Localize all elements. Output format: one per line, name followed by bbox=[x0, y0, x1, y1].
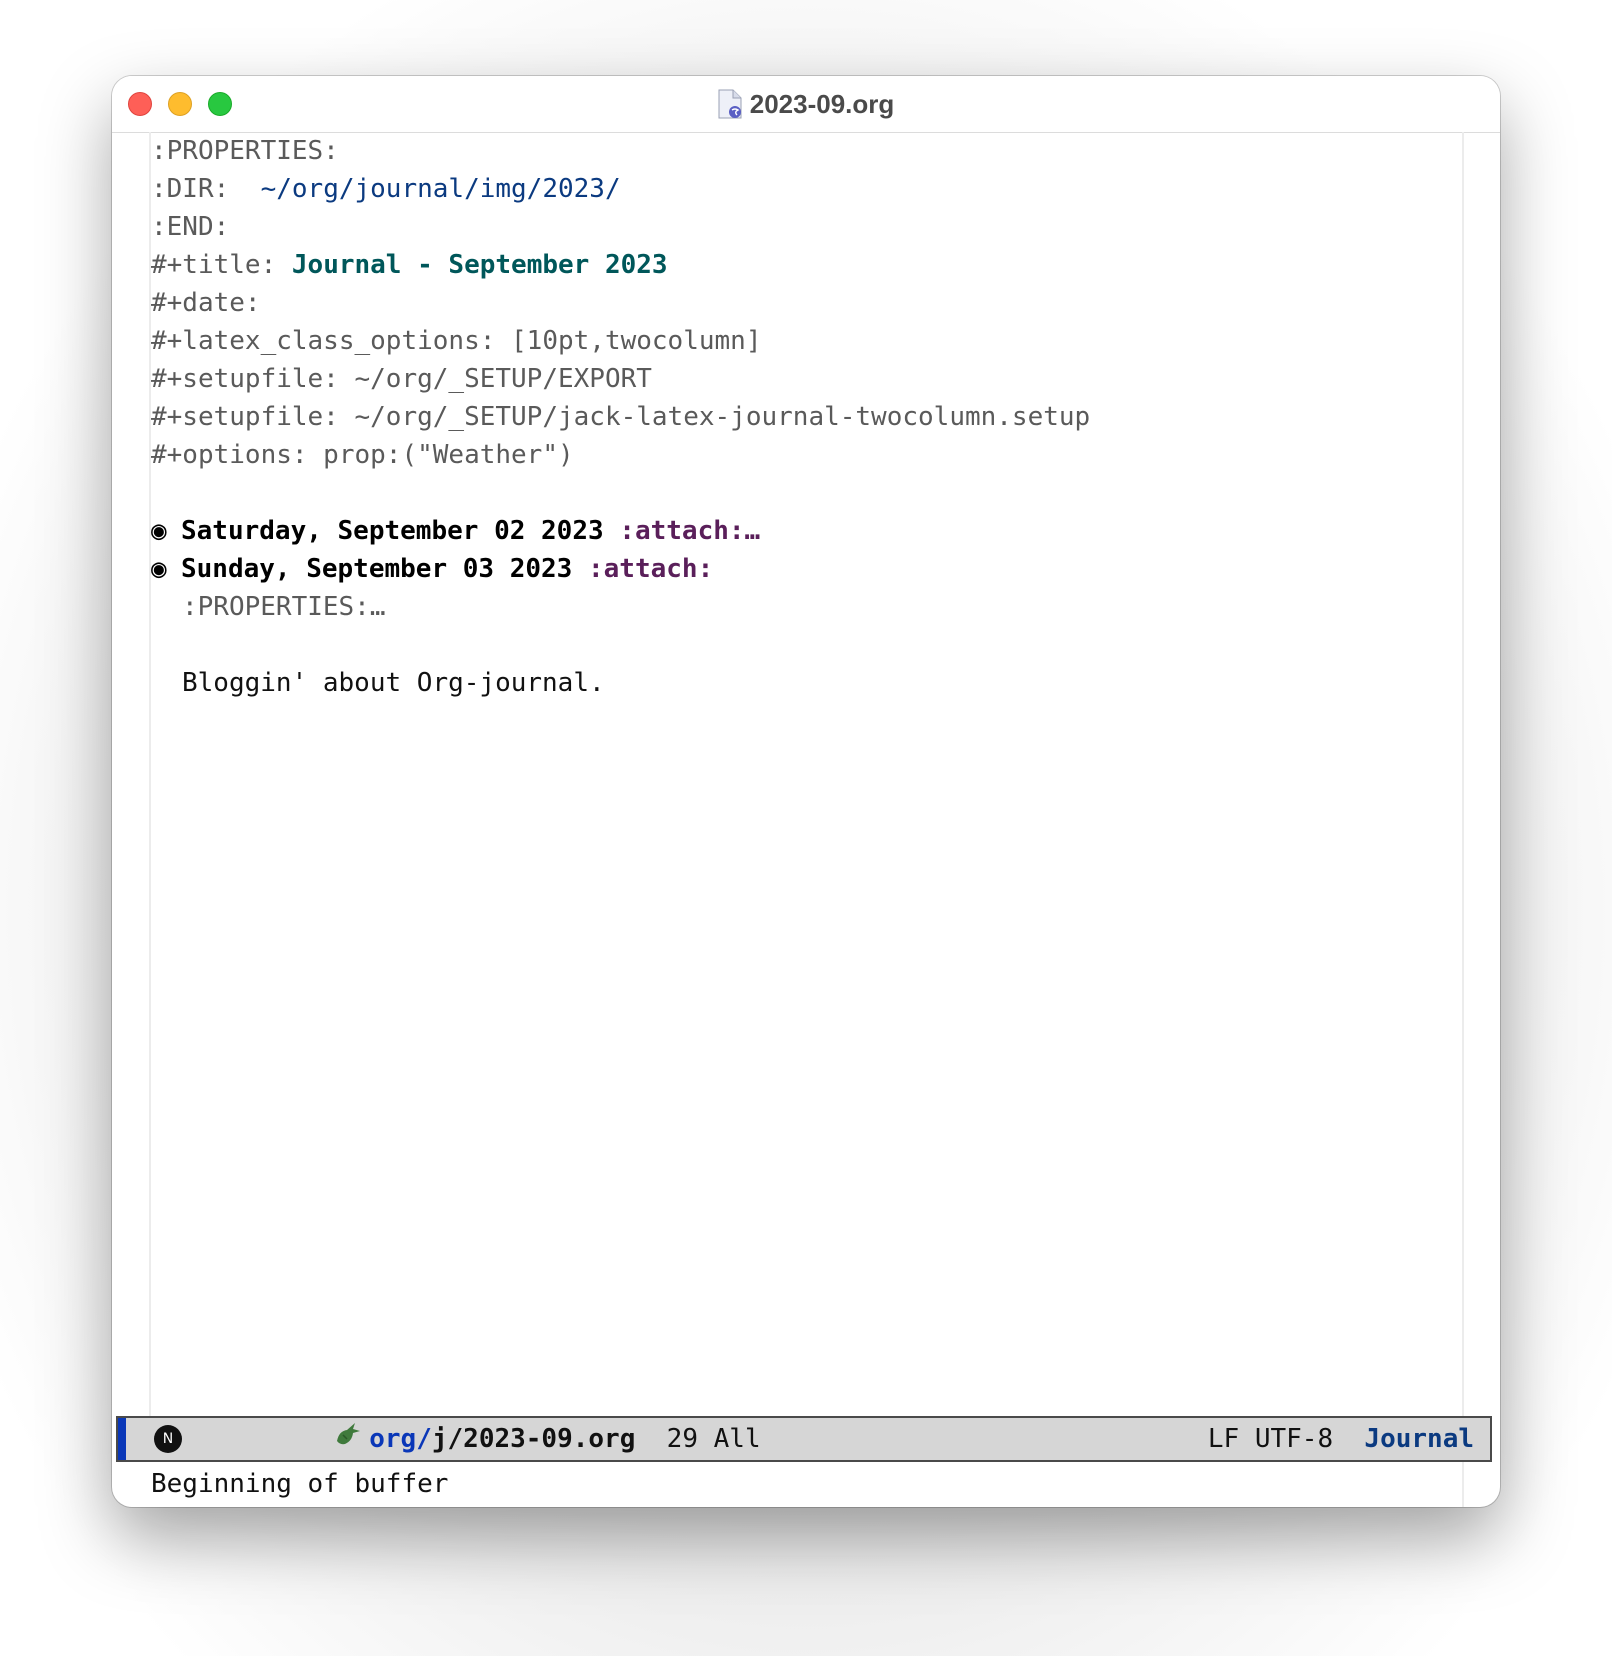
dir-property: :DIR: ~/org/journal/img/2023/ bbox=[151, 170, 1461, 208]
document-icon bbox=[718, 89, 742, 119]
active-window-indicator bbox=[118, 1418, 126, 1460]
options-keyword: #+options: prop:("Weather") bbox=[151, 440, 574, 470]
mode-line-left: N org/j/2023-09.org 29 All bbox=[154, 1418, 761, 1460]
latex-class-options-keyword: #+latex_class_options: [10pt,twocolumn] bbox=[151, 326, 762, 356]
right-fringe bbox=[1462, 132, 1464, 1507]
buffer-directory[interactable]: org/ bbox=[369, 1418, 432, 1460]
emacs-window: 2023-09.org :PROPERTIES: :DIR: ~/org/jou… bbox=[112, 76, 1500, 1507]
echo-area: Beginning of buffer bbox=[151, 1469, 449, 1499]
heading-bullet-icon[interactable]: ◉ bbox=[151, 512, 181, 550]
heading-tag: :attach:… bbox=[619, 516, 761, 546]
heading-sunday[interactable]: ◉ Sunday, September 03 2023 :attach: bbox=[151, 550, 1461, 588]
property-key: :DIR: bbox=[151, 174, 261, 204]
major-mode[interactable]: Journal bbox=[1364, 1418, 1474, 1460]
folded-properties-drawer[interactable]: :PROPERTIES:… bbox=[151, 588, 1461, 626]
keyword-key: #+title: bbox=[151, 250, 292, 280]
document-title: Journal - September 2023 bbox=[291, 250, 668, 280]
date-keyword: #+date: bbox=[151, 288, 261, 318]
encoding-indicator[interactable]: LF UTF-8 bbox=[1208, 1418, 1333, 1460]
window-title: 2023-09.org bbox=[749, 88, 895, 119]
editor-buffer[interactable]: :PROPERTIES: :DIR: ~/org/journal/img/202… bbox=[151, 132, 1461, 1416]
heading-tag: :attach: bbox=[588, 554, 714, 584]
mode-line: N org/j/2023-09.org 29 All LF UTF-8 Jour… bbox=[116, 1416, 1492, 1462]
buffer-position: 29 All bbox=[666, 1424, 761, 1454]
title-bar[interactable]: 2023-09.org bbox=[112, 76, 1500, 133]
heading-text: Saturday, September 02 2023 bbox=[181, 516, 620, 546]
buffer-file-name[interactable]: j/2023-09.org bbox=[432, 1418, 636, 1460]
mode-line-right: LF UTF-8 Journal bbox=[1208, 1418, 1474, 1460]
setupfile-keyword: #+setupfile: ~/org/_SETUP/EXPORT bbox=[151, 364, 652, 394]
heading-saturday[interactable]: ◉ Saturday, September 02 2023 :attach:… bbox=[151, 512, 1461, 550]
heading-text: Sunday, September 03 2023 bbox=[181, 554, 588, 584]
evil-state-badge: N bbox=[154, 1425, 182, 1453]
window-title-group: 2023-09.org bbox=[112, 76, 1500, 132]
title-keyword: #+title: Journal - September 2023 bbox=[151, 246, 1461, 284]
properties-drawer-end: :END: bbox=[151, 212, 230, 242]
properties-drawer-open: :PROPERTIES: bbox=[151, 136, 339, 166]
body-text: Bloggin' about Org-journal. bbox=[182, 668, 605, 698]
property-value-link[interactable]: ~/org/journal/img/2023/ bbox=[261, 174, 621, 204]
heading-bullet-icon[interactable]: ◉ bbox=[151, 550, 181, 588]
setupfile-keyword: #+setupfile: ~/org/_SETUP/jack-latex-jou… bbox=[151, 402, 1091, 432]
